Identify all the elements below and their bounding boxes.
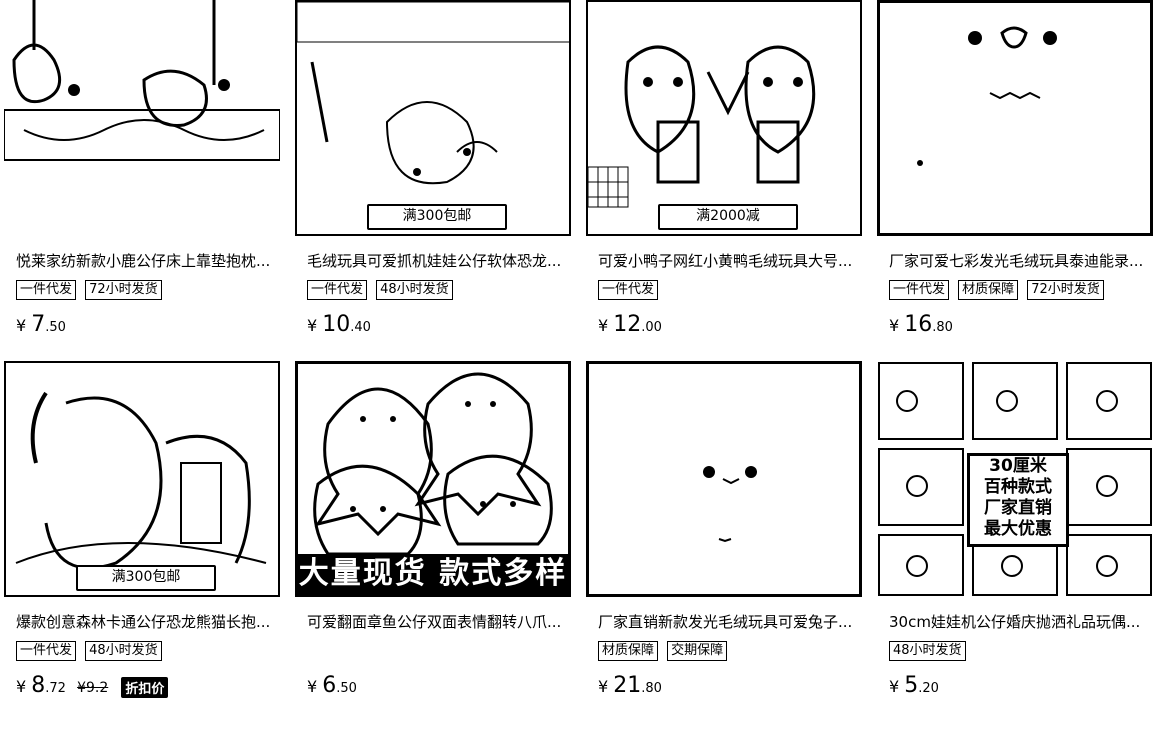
product-tags: 一件代发 材质保障 72小时发货 bbox=[889, 278, 1108, 300]
product-tags: 材质保障 交期保障 bbox=[598, 639, 731, 661]
product-price: ¥ 10.40 bbox=[307, 312, 371, 337]
tag-badge: 材质保障 bbox=[598, 641, 659, 661]
product-image[interactable] bbox=[4, 0, 280, 236]
price-decimal: .20 bbox=[918, 681, 939, 696]
price-decimal: .80 bbox=[932, 320, 953, 335]
tag-badge: 72小时发货 bbox=[1027, 280, 1104, 300]
product-price: ¥ 5.20 bbox=[889, 673, 939, 698]
price-integer: 21 bbox=[613, 673, 642, 698]
product-tags: 一件代发 bbox=[598, 278, 662, 300]
tag-badge: 一件代发 bbox=[16, 280, 77, 300]
product-price: ¥ 6.50 bbox=[307, 673, 357, 698]
product-tags: 48小时发货 bbox=[889, 639, 970, 661]
stamp-line: 30厘米 bbox=[989, 456, 1047, 476]
product-title[interactable]: 爆款创意森林卡通公仔恐龙熊猫长抱... bbox=[16, 611, 272, 632]
currency-symbol: ¥ bbox=[307, 677, 318, 696]
tag-badge: 一件代发 bbox=[889, 280, 950, 300]
tag-badge: 一件代发 bbox=[307, 280, 368, 300]
promo-banner: 满300包邮 bbox=[367, 204, 507, 230]
stamp-line: 百种款式 bbox=[984, 477, 1052, 497]
tag-badge: 一件代发 bbox=[598, 280, 659, 300]
price-integer: 8 bbox=[31, 673, 46, 698]
product-image[interactable]: 大量现货 款式多样 bbox=[295, 361, 571, 597]
promo-banner: 满300包邮 bbox=[76, 565, 216, 591]
currency-symbol: ¥ bbox=[889, 677, 900, 696]
product-title[interactable]: 毛绒玩具可爱抓机娃娃公仔软体恐龙... bbox=[307, 250, 563, 271]
price-decimal: .80 bbox=[641, 681, 662, 696]
tag-badge: 48小时发货 bbox=[889, 641, 966, 661]
price-integer: 16 bbox=[904, 312, 933, 337]
product-price: ¥ 8.72 ¥9.2 折扣价 bbox=[16, 673, 169, 698]
price-decimal: .50 bbox=[45, 320, 66, 335]
product-tags: 一件代发 72小时发货 bbox=[16, 278, 166, 300]
product-grid: 悦莱家纺新款小鹿公仔床上靠垫抱枕... 一件代发 72小时发货 ¥ 7.50 满… bbox=[0, 0, 1159, 754]
price-decimal: .72 bbox=[45, 681, 66, 696]
promo-stamp: 30厘米 百种款式 厂家直销 最大优惠 bbox=[967, 453, 1069, 547]
tag-badge: 材质保障 bbox=[958, 280, 1019, 300]
product-image[interactable]: 满300包邮 bbox=[4, 361, 280, 597]
original-price: ¥9.2 bbox=[77, 680, 109, 696]
product-tags: 一件代发 48小时发货 bbox=[307, 278, 457, 300]
discount-badge: 折扣价 bbox=[121, 677, 169, 698]
product-title[interactable]: 30cm娃娃机公仔婚庆抛洒礼品玩偶... bbox=[889, 611, 1145, 632]
currency-symbol: ¥ bbox=[307, 316, 318, 335]
product-title[interactable]: 厂家直销新款发光毛绒玩具可爱兔子... bbox=[598, 611, 854, 632]
currency-symbol: ¥ bbox=[16, 677, 27, 696]
currency-symbol: ¥ bbox=[16, 316, 27, 335]
price-decimal: .40 bbox=[350, 320, 371, 335]
product-image[interactable]: 满300包邮 bbox=[295, 0, 571, 236]
price-integer: 7 bbox=[31, 312, 46, 337]
tag-badge: 48小时发货 bbox=[376, 280, 453, 300]
tag-badge: 72小时发货 bbox=[85, 280, 162, 300]
product-tags: 一件代发 48小时发货 bbox=[16, 639, 166, 661]
tag-badge: 交期保障 bbox=[667, 641, 728, 661]
product-image[interactable]: 30厘米 百种款式 厂家直销 最大优惠 bbox=[877, 361, 1153, 597]
price-integer: 12 bbox=[613, 312, 642, 337]
price-integer: 6 bbox=[322, 673, 337, 698]
product-price: ¥ 12.00 bbox=[598, 312, 662, 337]
price-integer: 5 bbox=[904, 673, 919, 698]
product-image[interactable]: 满2000减 bbox=[586, 0, 862, 236]
product-price: ¥ 21.80 bbox=[598, 673, 662, 698]
product-price: ¥ 7.50 bbox=[16, 312, 66, 337]
currency-symbol: ¥ bbox=[598, 677, 609, 696]
price-integer: 10 bbox=[322, 312, 351, 337]
product-image[interactable] bbox=[877, 0, 1153, 236]
product-price: ¥ 16.80 bbox=[889, 312, 953, 337]
tag-badge: 48小时发货 bbox=[85, 641, 162, 661]
promo-banner: 满2000减 bbox=[658, 204, 798, 230]
product-image[interactable] bbox=[586, 361, 862, 597]
product-title[interactable]: 悦莱家纺新款小鹿公仔床上靠垫抱枕... bbox=[16, 250, 272, 271]
price-decimal: .00 bbox=[641, 320, 662, 335]
stamp-line: 最大优惠 bbox=[984, 519, 1052, 539]
product-title[interactable]: 可爱小鸭子网红小黄鸭毛绒玩具大号... bbox=[598, 250, 854, 271]
promo-banner: 大量现货 款式多样 bbox=[298, 554, 568, 594]
product-title[interactable]: 可爱翻面章鱼公仔双面表情翻转八爪... bbox=[307, 611, 563, 632]
stamp-line: 厂家直销 bbox=[984, 498, 1052, 518]
currency-symbol: ¥ bbox=[889, 316, 900, 335]
product-title[interactable]: 厂家可爱七彩发光毛绒玩具泰迪能录... bbox=[889, 250, 1145, 271]
price-decimal: .50 bbox=[336, 681, 357, 696]
tag-badge: 一件代发 bbox=[16, 641, 77, 661]
currency-symbol: ¥ bbox=[598, 316, 609, 335]
